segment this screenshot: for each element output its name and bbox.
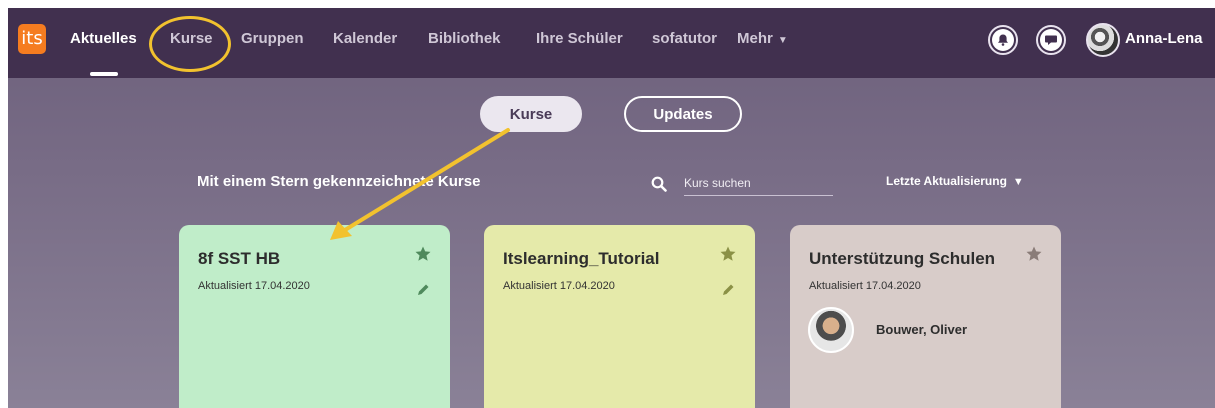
user-avatar[interactable] [1086, 23, 1120, 57]
pencil-icon[interactable] [721, 283, 735, 297]
star-icon[interactable] [414, 245, 432, 263]
teacher-avatar [808, 307, 854, 353]
toggle-kurse-button[interactable]: Kurse [480, 96, 582, 132]
course-card-8f-sst-hb[interactable]: 8f SST HB Aktualisiert 17.04.2020 [179, 225, 450, 408]
course-updated: Aktualisiert 17.04.2020 [503, 280, 615, 292]
messages-button[interactable] [1036, 25, 1066, 55]
sort-dropdown[interactable]: Letzte Aktualisierung ▼ [886, 174, 1024, 188]
course-title[interactable]: 8f SST HB [198, 249, 280, 269]
course-title[interactable]: Unterstützung Schulen [809, 249, 995, 269]
caret-down-icon: ▼ [777, 35, 788, 46]
toggle-updates-button[interactable]: Updates [624, 96, 742, 132]
pencil-icon[interactable] [416, 283, 430, 297]
course-updated: Aktualisiert 17.04.2020 [198, 280, 310, 292]
nav-item-mehr-label: Mehr [737, 30, 773, 47]
star-icon[interactable] [1025, 245, 1043, 263]
active-tab-indicator [90, 72, 118, 76]
course-title[interactable]: Itslearning_Tutorial [503, 249, 660, 269]
chat-icon [1045, 35, 1057, 45]
itslearning-logo[interactable]: its [18, 24, 46, 54]
top-nav: its Aktuelles Kurse Gruppen Kalender Bib… [8, 8, 1215, 78]
caret-down-icon: ▼ [1012, 176, 1024, 188]
course-updated: Aktualisiert 17.04.2020 [809, 280, 921, 292]
nav-item-aktuelles[interactable]: Aktuelles [70, 30, 137, 47]
sort-label: Letzte Aktualisierung [886, 174, 1007, 188]
course-search-input[interactable] [684, 171, 833, 196]
star-icon[interactable] [719, 245, 737, 263]
nav-item-ihre-schueler[interactable]: Ihre Schüler [536, 30, 623, 47]
nav-item-kalender[interactable]: Kalender [333, 30, 397, 47]
nav-item-kurse[interactable]: Kurse [170, 30, 213, 47]
nav-item-gruppen[interactable]: Gruppen [241, 30, 304, 47]
course-card-unterstuetzung-schulen[interactable]: Unterstützung Schulen Aktualisiert 17.04… [790, 225, 1061, 408]
app-frame: its Aktuelles Kurse Gruppen Kalender Bib… [8, 8, 1215, 408]
course-card-itslearning-tutorial[interactable]: Itslearning_Tutorial Aktualisiert 17.04.… [484, 225, 755, 408]
search-icon [651, 176, 667, 192]
nav-item-mehr[interactable]: Mehr ▼ [737, 30, 788, 47]
nav-item-sofatutor[interactable]: sofatutor [652, 30, 717, 47]
nav-item-bibliothek[interactable]: Bibliothek [428, 30, 501, 47]
section-title: Mit einem Stern gekennzeichnete Kurse [197, 173, 481, 190]
notifications-button[interactable] [988, 25, 1018, 55]
teacher-name: Bouwer, Oliver [876, 322, 968, 337]
bell-icon [998, 34, 1008, 46]
user-name[interactable]: Anna-Lena [1125, 30, 1203, 47]
